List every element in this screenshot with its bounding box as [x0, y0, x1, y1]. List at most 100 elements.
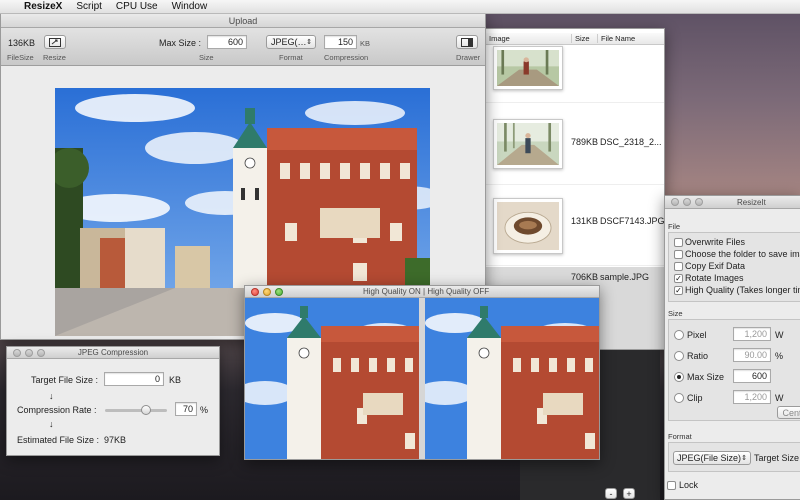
resizeit-window: ResizeIt File Overwrite Files Choose the…: [664, 195, 800, 500]
format-caption: Format: [279, 53, 303, 62]
format-section-label: Format: [668, 432, 692, 441]
close-icon[interactable]: [13, 348, 21, 357]
rotate-images-label: Rotate Images: [685, 273, 744, 283]
remove-file-button[interactable]: -: [605, 488, 617, 499]
file-section-label: File: [668, 222, 681, 231]
resizeit-title: ResizeIt: [737, 198, 766, 207]
size-caption: Size: [199, 53, 214, 62]
add-file-button[interactable]: +: [623, 488, 635, 499]
minimize-icon[interactable]: [25, 348, 33, 357]
chevron-updown-icon: ⇕: [306, 39, 312, 46]
clip-input[interactable]: 1,200: [733, 390, 771, 404]
max-size-input[interactable]: 600: [207, 35, 247, 49]
high-quality-label: High Quality (Takes longer tim: [685, 285, 800, 295]
jpeg-title: JPEG Compression: [77, 348, 149, 357]
jpeg-compression-window: JPEG Compression Target File Size : 0 KB…: [6, 346, 220, 456]
file-options-group: Overwrite Files Choose the folder to sav…: [668, 232, 800, 302]
file-size: 706KB: [571, 272, 599, 282]
header-image[interactable]: Image: [489, 34, 510, 43]
drawer-label: Drawer: [456, 53, 481, 62]
format-dropdown[interactable]: JPEG(File Size) ⇕: [673, 451, 751, 465]
thumbnail-image: [493, 119, 563, 169]
resize-label: Resize: [43, 53, 66, 62]
drawer-icon: [461, 37, 473, 47]
file-list-header: Image Size File Name: [483, 33, 664, 45]
file-name: DSCF7143.JPG: [600, 216, 665, 226]
format-select[interactable]: JPEG(… ⇕: [266, 35, 316, 49]
format-dropdown-value: JPEG(File Size): [677, 453, 742, 463]
target-unit: KB: [169, 375, 182, 385]
file-name: sample.JPG: [600, 272, 650, 282]
overwrite-files-checkbox[interactable]: [674, 238, 683, 247]
estimated-file-size-value: 97KB: [104, 435, 127, 445]
file-size: 131KB: [571, 216, 599, 226]
clip-label: Clip: [687, 393, 703, 403]
lock-checkbox[interactable]: [667, 481, 676, 490]
clip-radio[interactable]: [674, 393, 684, 403]
max-size-radio[interactable]: [674, 372, 684, 382]
menu-script[interactable]: Script: [76, 1, 102, 12]
quality-on-image: [245, 298, 419, 459]
menu-app-name[interactable]: ResizeX: [24, 1, 62, 12]
compression-input[interactable]: 150: [324, 35, 357, 49]
jpeg-titlebar: JPEG Compression: [7, 347, 219, 359]
lock-label: Lock: [679, 480, 699, 490]
copy-exif-label: Copy Exif Data: [685, 261, 746, 271]
zoom-icon[interactable]: [275, 287, 283, 296]
window-controls: [671, 198, 703, 206]
filesize-value: 136KB: [8, 38, 36, 48]
max-size-option-input[interactable]: 600: [733, 369, 771, 383]
pixel-w-label: W: [775, 330, 784, 340]
compression-rate-input[interactable]: 70: [175, 402, 197, 416]
quality-title: High Quality ON | High Quality OFF: [363, 287, 490, 296]
zoom-icon[interactable]: [695, 198, 703, 206]
rate-unit: %: [200, 405, 209, 415]
compression-unit: KB: [360, 39, 371, 48]
header-file-name[interactable]: File Name: [597, 34, 635, 43]
menu-cpu-use[interactable]: CPU Use: [116, 1, 158, 12]
arrow-down-icon: ↓: [49, 419, 54, 429]
estimated-file-size-label: Estimated File Size :: [17, 435, 100, 445]
high-quality-checkbox[interactable]: ✓: [674, 286, 683, 295]
rotate-images-checkbox[interactable]: ✓: [674, 274, 683, 283]
window-controls: [13, 348, 45, 357]
max-size-option-label: Max Size: [687, 372, 725, 382]
compression-rate-label: Compression Rate :: [17, 405, 97, 415]
minimize-icon[interactable]: [683, 198, 691, 206]
header-size[interactable]: Size: [571, 34, 590, 43]
chevron-updown-icon: ⇕: [741, 455, 747, 462]
file-row[interactable]: 789KB DSC_2318_2...: [483, 105, 664, 185]
target-file-size-label: Target File Size :: [31, 375, 99, 385]
minimize-icon[interactable]: [263, 287, 271, 296]
pixel-radio[interactable]: [674, 330, 684, 340]
file-name: DSC_2318_2...: [600, 137, 662, 147]
zoom-icon[interactable]: [37, 348, 45, 357]
ratio-radio[interactable]: [674, 351, 684, 361]
file-row[interactable]: 131KB DSCF7143.JPG: [483, 186, 665, 266]
compression-rate-slider[interactable]: [105, 405, 167, 415]
close-icon[interactable]: [671, 198, 679, 206]
target-file-size-input[interactable]: 0: [104, 372, 164, 386]
pixel-input[interactable]: 1,200: [733, 327, 771, 341]
upload-title: Upload: [228, 16, 258, 26]
menu-window[interactable]: Window: [172, 1, 208, 12]
resize-button[interactable]: [44, 35, 66, 49]
quality-titlebar: High Quality ON | High Quality OFF: [245, 286, 599, 298]
arrow-down-icon: ↓: [49, 391, 54, 401]
ratio-input[interactable]: 90.00: [733, 348, 771, 362]
choose-folder-checkbox[interactable]: [674, 250, 683, 259]
size-section-label: Size: [668, 309, 683, 318]
drawer-button[interactable]: [456, 35, 478, 49]
copy-exif-checkbox[interactable]: [674, 262, 683, 271]
compression-caption: Compression: [324, 53, 369, 62]
slider-track: [105, 409, 167, 412]
clip-w-label: W: [775, 393, 784, 403]
choose-folder-label: Choose the folder to save ima: [685, 249, 800, 259]
format-group: JPEG(File Size) ⇕ Target Size :: [668, 442, 800, 472]
upload-titlebar: Upload: [1, 14, 485, 28]
file-row[interactable]: [483, 46, 664, 103]
close-icon[interactable]: [251, 287, 259, 296]
resize-icon: [49, 37, 61, 47]
center-button[interactable]: Cent: [777, 406, 800, 419]
slider-knob[interactable]: [141, 405, 151, 415]
